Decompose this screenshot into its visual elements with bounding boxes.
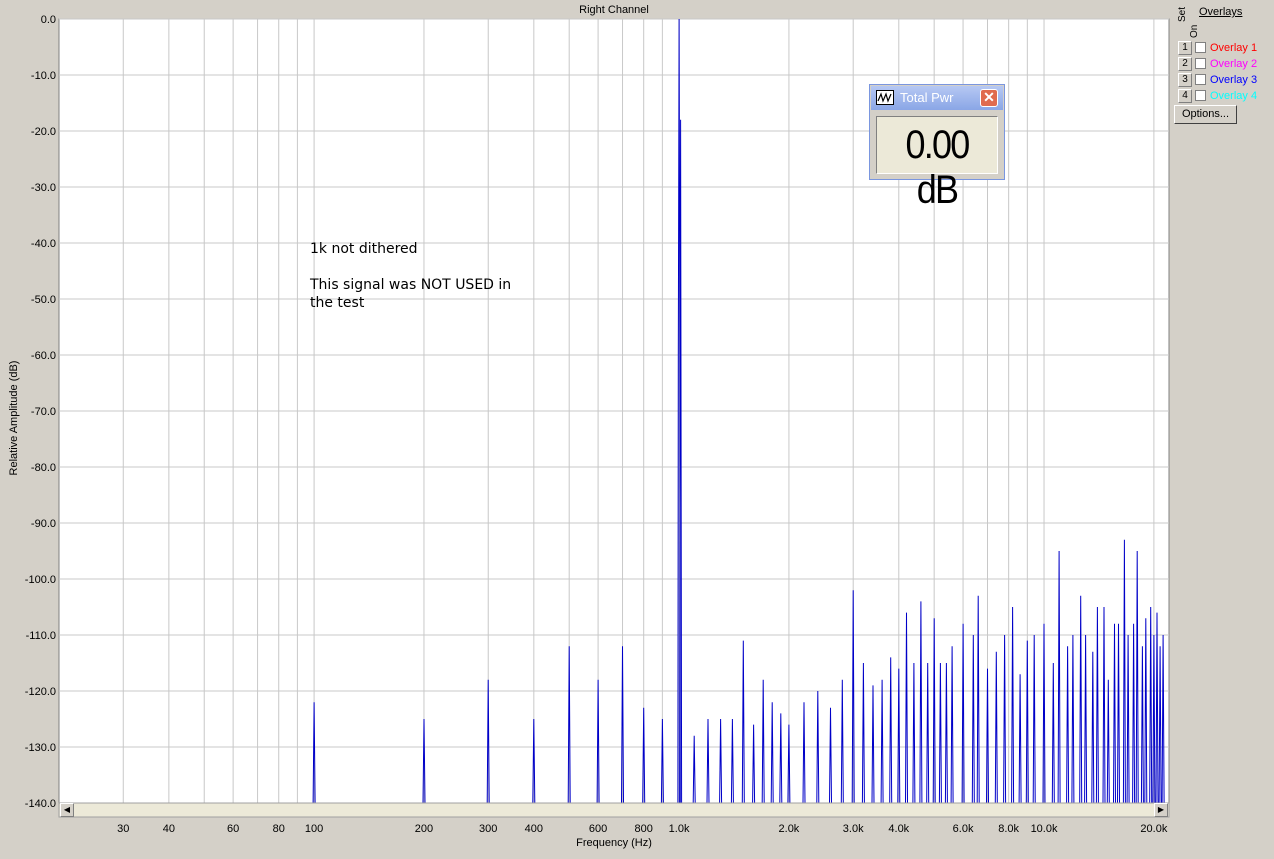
on-column-header: On	[1189, 24, 1200, 38]
overlay-set-button[interactable]: 2	[1178, 57, 1192, 71]
annotation-line-3: the test	[310, 295, 365, 311]
x-tick-label: 300	[479, 823, 497, 835]
x-tick-label: 400	[525, 823, 543, 835]
x-tick-label: 8.0k	[998, 823, 1019, 835]
y-tick-label: -30.0	[31, 182, 56, 194]
scroll-left-button[interactable]: ◀	[60, 803, 74, 817]
total-power-value: 0.00 dB	[905, 123, 971, 212]
y-tick-label: -130.0	[25, 742, 56, 754]
set-column-header: Set	[1177, 6, 1188, 22]
x-tick-label: 600	[589, 823, 607, 835]
total-power-window[interactable]: Total Pwr ✕ 0.00 dB	[869, 84, 1005, 212]
overlay-label: Overlay 4	[1210, 90, 1258, 102]
x-tick-label: 80	[273, 823, 285, 835]
options-button[interactable]: Options...	[1174, 105, 1237, 124]
overlay-label: Overlay 3	[1210, 74, 1258, 86]
x-tick-label: 1.0k	[669, 823, 690, 835]
x-tick-label: 60	[227, 823, 239, 835]
overlays-title: Overlays	[1199, 6, 1243, 18]
y-tick-labels: 0.0 -10.0 -20.0 -30.0 -40.0 -50.0 -60.0 -70.0 -8…	[25, 14, 56, 810]
y-tick-label: -70.0	[31, 406, 56, 418]
x-tick-label: 6.0k	[953, 823, 974, 835]
overlay-label: Overlay 2	[1210, 58, 1258, 70]
y-tick-label: -10.0	[31, 70, 56, 82]
y-tick-label: -120.0	[25, 686, 56, 698]
overlay-on-checkbox[interactable]	[1195, 90, 1206, 101]
overlay-set-button[interactable]: 3	[1178, 73, 1192, 87]
overlay-on-checkbox[interactable]	[1195, 58, 1206, 69]
y-tick-label: -140.0	[25, 798, 56, 810]
x-tick-label: 3.0k	[843, 823, 864, 835]
y-tick-label: -110.0	[26, 630, 56, 642]
overlay-on-checkbox[interactable]	[1195, 42, 1206, 53]
total-power-display: 0.00 dB	[876, 116, 998, 212]
y-tick-label: -20.0	[31, 126, 56, 138]
overlay-set-button[interactable]: 1	[1178, 41, 1192, 55]
horizontal-scrollbar[interactable]	[58, 802, 1170, 818]
y-tick-label: -40.0	[31, 238, 56, 250]
overlay-on-checkbox[interactable]	[1195, 74, 1206, 85]
x-tick-labels: 30 40 60 80 100 200 300 400 600 800 1.0k 2.0k 3.0k 4.…	[117, 823, 1168, 835]
total-power-titlebar[interactable]: Total Pwr ✕	[871, 86, 1003, 110]
y-tick-label: 0.0	[41, 14, 56, 26]
x-axis-label: Frequency (Hz)	[576, 837, 652, 849]
y-tick-label: -80.0	[31, 462, 56, 474]
spectrum-chart: 0.0 -10.0 -20.0 -30.0 -40.0 -50.0 -60.0 -70.0 -8…	[8, 4, 1170, 849]
total-power-title: Total Pwr	[900, 90, 954, 105]
x-tick-label: 100	[305, 823, 323, 835]
scroll-right-button[interactable]: ▶	[1154, 803, 1168, 817]
x-tick-label: 10.0k	[1031, 823, 1058, 835]
overlay-set-button[interactable]: 4	[1178, 89, 1192, 103]
x-tick-label: 200	[415, 823, 433, 835]
x-tick-label: 4.0k	[888, 823, 909, 835]
chart-title: Right Channel	[579, 4, 649, 16]
x-tick-label: 40	[163, 823, 175, 835]
y-tick-label: -90.0	[31, 518, 56, 530]
y-tick-label: -60.0	[31, 350, 56, 362]
y-tick-label: -50.0	[31, 294, 56, 306]
y-axis-label: Relative Amplitude (dB)	[8, 361, 20, 476]
x-tick-label: 30	[117, 823, 129, 835]
annotation-line-2: This signal was NOT USED in	[309, 277, 511, 293]
waveform-icon	[876, 90, 894, 105]
x-tick-label: 2.0k	[779, 823, 800, 835]
x-tick-label: 800	[635, 823, 653, 835]
close-icon[interactable]: ✕	[980, 89, 998, 107]
overlay-label: Overlay 1	[1210, 42, 1258, 54]
y-tick-label: -100.0	[25, 574, 56, 586]
annotation-line-1: 1k not dithered	[310, 241, 418, 257]
x-tick-label: 20.0k	[1140, 823, 1167, 835]
